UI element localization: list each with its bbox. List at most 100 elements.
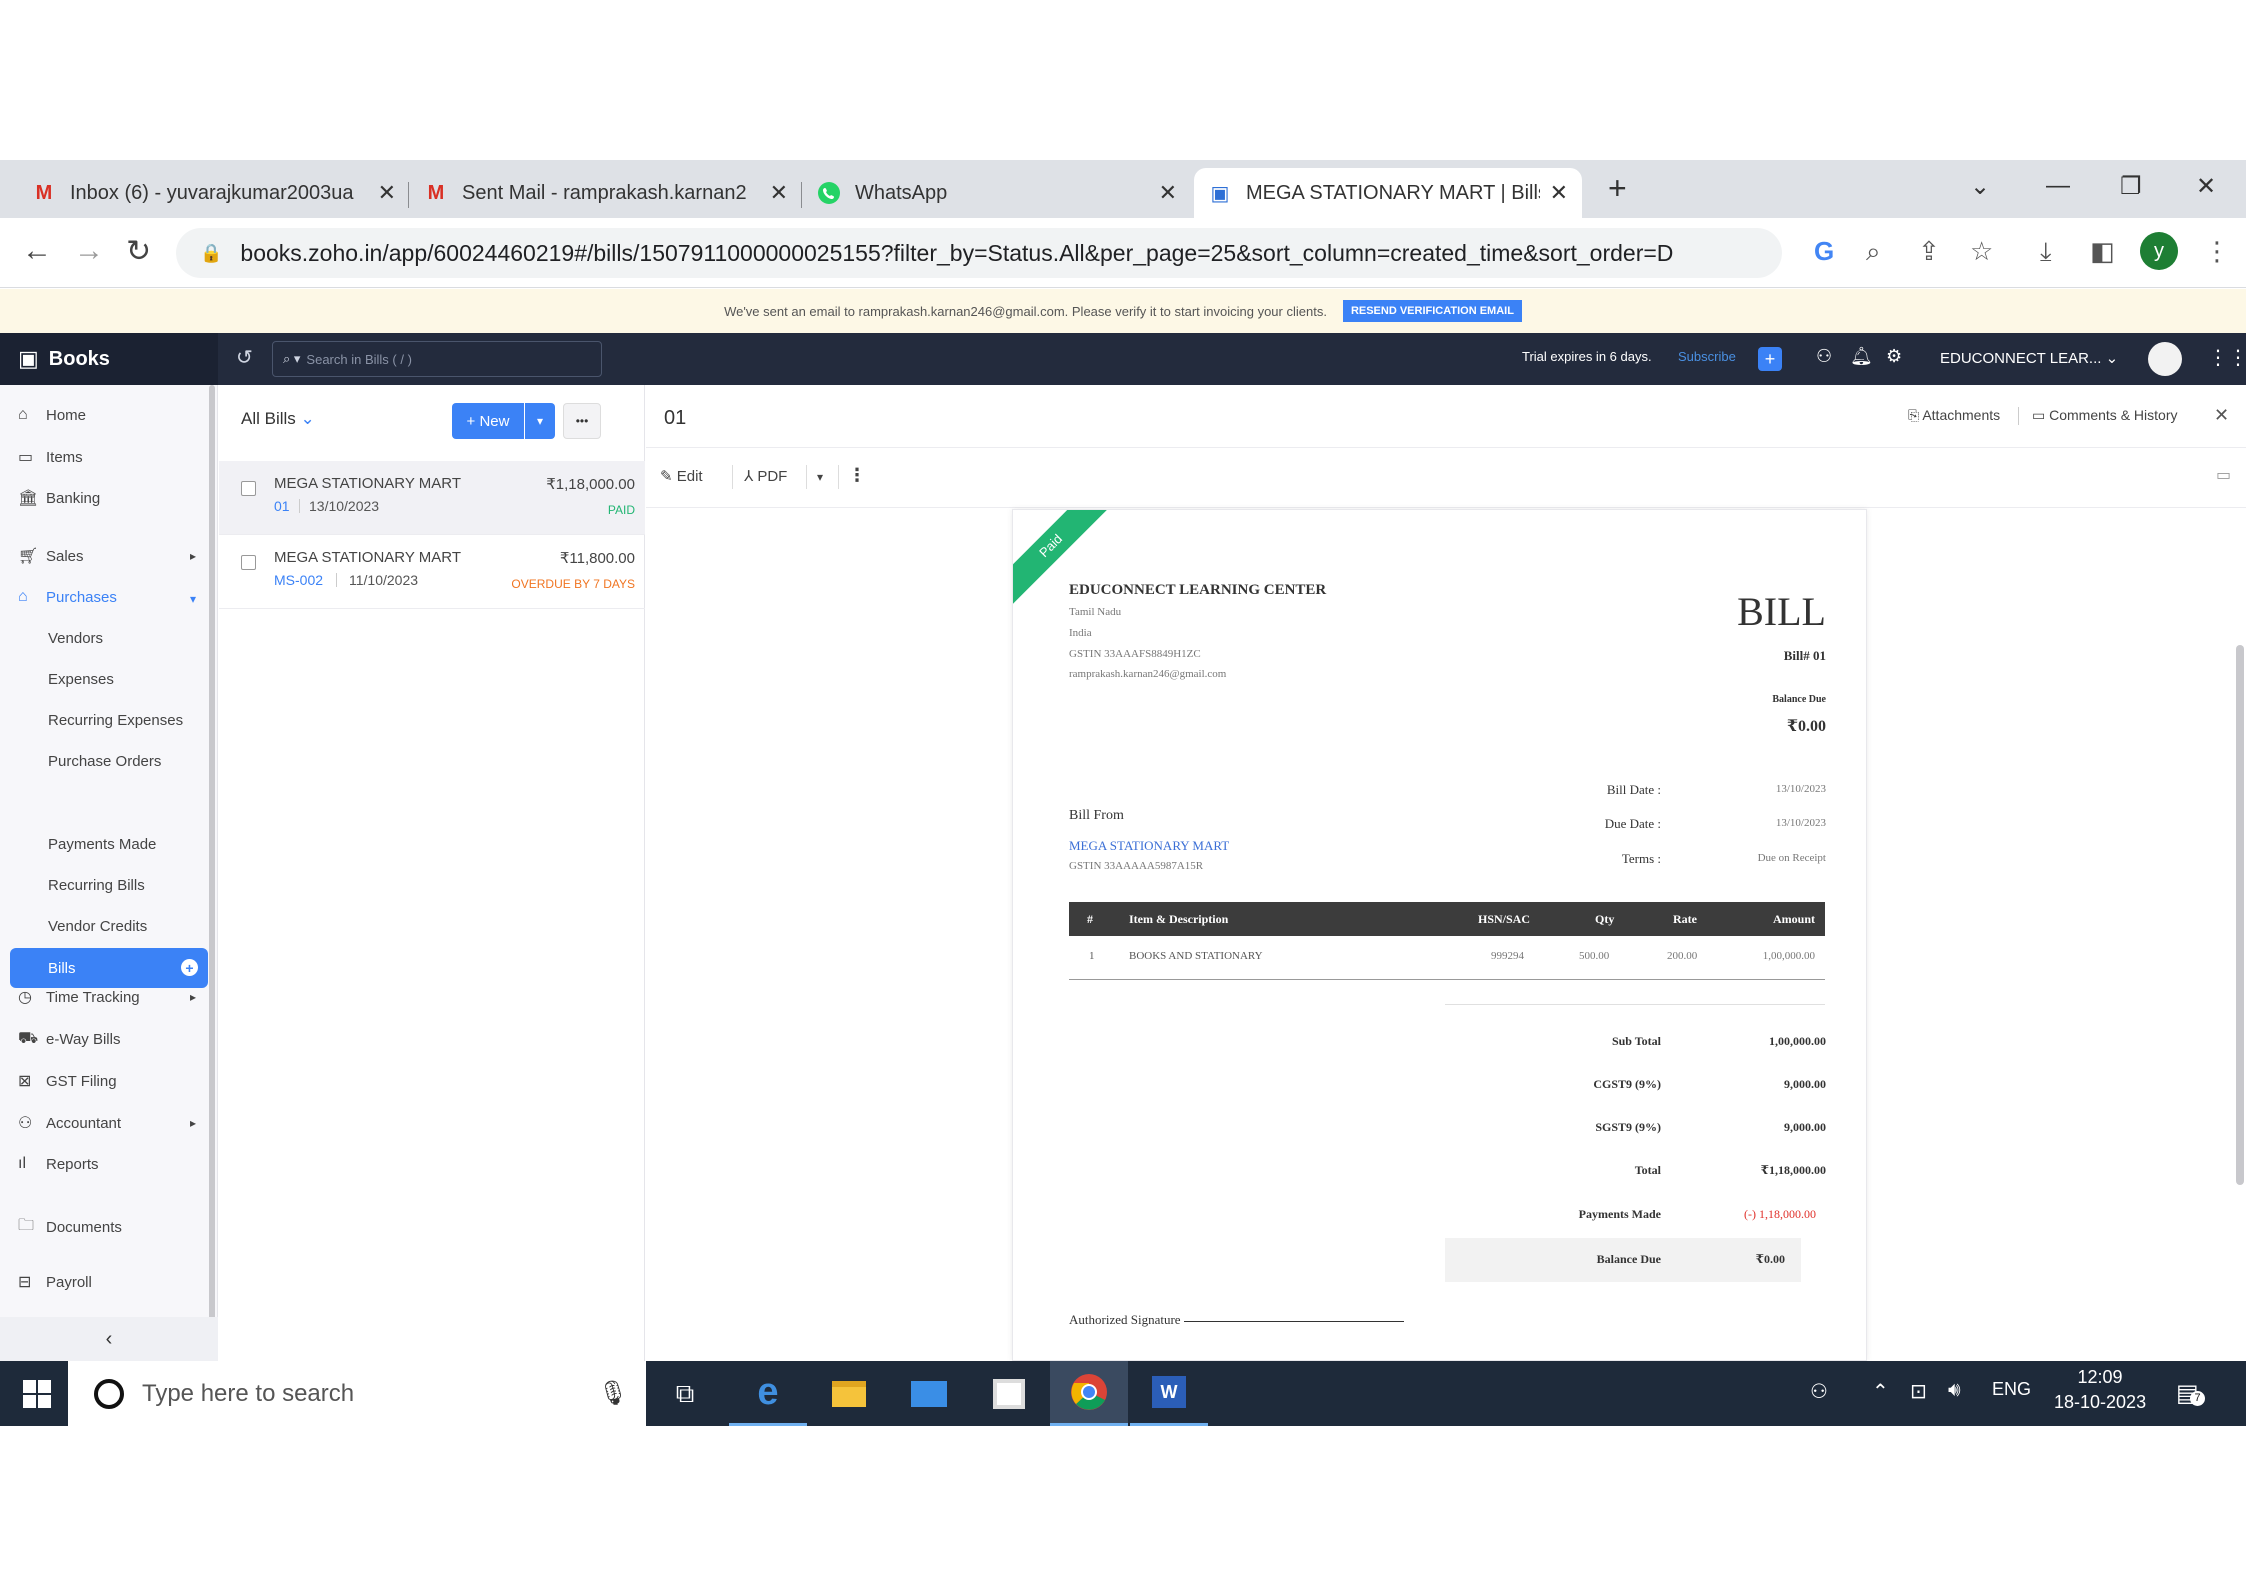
expand-icon[interactable]: ▸ xyxy=(190,549,196,563)
sidebar-item-recurring-expenses[interactable]: Recurring Expenses xyxy=(48,712,183,729)
download-icon[interactable]: ⤓ xyxy=(2040,236,2052,268)
sidebar-item-bills[interactable]: Bills + xyxy=(10,948,208,988)
new-dropdown-icon[interactable]: ▾ xyxy=(525,403,555,439)
more-actions-icon[interactable]: ⋮ xyxy=(848,465,866,486)
add-bill-icon[interactable]: + xyxy=(181,959,198,976)
app-launcher-icon[interactable]: ⋮⋮ xyxy=(2208,345,2246,370)
row-checkbox[interactable] xyxy=(241,481,256,496)
edit-button[interactable]: ✎ Edit xyxy=(660,467,703,485)
sidebar-item-purchase-orders[interactable]: Purchase Orders xyxy=(48,753,161,770)
recent-history-icon[interactable]: ↺ xyxy=(236,345,253,370)
subscribe-link[interactable]: Subscribe xyxy=(1678,349,1736,364)
volume-icon[interactable]: 🔊︎ xyxy=(1948,1379,1961,1402)
show-hidden-icons-chevron[interactable]: ⌃ xyxy=(1872,1379,1889,1404)
sidebar-item-banking[interactable]: 🏛︎ Banking xyxy=(18,488,100,508)
chrome-icon[interactable] xyxy=(1050,1361,1128,1426)
vendor-link[interactable]: MEGA STATIONARY MART xyxy=(1069,838,1229,854)
list-item[interactable]: MEGA STATIONARY MART ₹11,800.00 MS-002 1… xyxy=(219,535,645,609)
google-icon[interactable]: G xyxy=(1814,236,1834,267)
expand-icon[interactable]: ▸ xyxy=(190,1116,196,1130)
new-tab-button[interactable]: + xyxy=(1608,170,1627,207)
sidebar-item-time-tracking[interactable]: ◷ Time Tracking xyxy=(18,987,140,1007)
close-icon[interactable]: ✕ xyxy=(2214,405,2229,426)
close-icon[interactable]: ✕ xyxy=(378,180,396,206)
filter-dropdown[interactable]: All Bills ⌄ xyxy=(241,409,315,429)
sidebar-item-sales[interactable]: 🛒︎ Sales xyxy=(18,546,84,566)
sidebar-item-eway-bills[interactable]: ⛟ e-Way Bills xyxy=(18,1029,120,1049)
sidebar-collapse-button[interactable]: ‹ xyxy=(0,1317,218,1361)
bookmark-star-icon[interactable]: ☆ xyxy=(1970,236,1993,267)
tab-bills-active[interactable]: ▣ MEGA STATIONARY MART | Bills ✕ xyxy=(1194,168,1582,218)
restore-icon[interactable]: ❐ xyxy=(2120,172,2142,201)
reload-icon[interactable]: ↻ xyxy=(126,234,151,269)
sidebar-item-payroll[interactable]: ⊟ Payroll xyxy=(18,1272,92,1292)
sidebar-item-reports[interactable]: ıl Reports xyxy=(18,1155,99,1173)
expand-icon[interactable]: ▸ xyxy=(190,990,196,1004)
row-checkbox[interactable] xyxy=(241,555,256,570)
new-bill-button[interactable]: + New xyxy=(452,403,524,439)
notification-center-icon[interactable]: ▤ 7 xyxy=(2176,1379,2205,1408)
browser-menu-icon[interactable]: ⋮ xyxy=(2204,236,2230,267)
minimize-icon[interactable]: — xyxy=(2046,172,2070,200)
sidebar-item-expenses[interactable]: Expenses xyxy=(48,671,114,688)
close-icon[interactable]: ✕ xyxy=(770,180,788,206)
list-item[interactable]: MEGA STATIONARY MART ₹1,18,000.00 01 13/… xyxy=(219,461,645,535)
resend-verification-button[interactable]: RESEND VERIFICATION EMAIL xyxy=(1342,300,1522,322)
taskbar-search-input[interactable]: Type here to search 🎙︎ xyxy=(68,1361,646,1426)
pdf-dropdown-icon[interactable]: ▾ xyxy=(806,459,834,495)
file-explorer-icon[interactable] xyxy=(810,1361,888,1426)
microphone-icon[interactable]: 🎙︎ xyxy=(598,1379,628,1408)
sidebar-item-recurring-bills[interactable]: Recurring Bills xyxy=(48,877,145,894)
share-icon[interactable]: ⇪ xyxy=(1918,236,1940,267)
tab-inbox[interactable]: M Inbox (6) - yuvarajkumar2003ua ✕ xyxy=(18,168,410,218)
edge-icon[interactable]: e xyxy=(729,1361,807,1426)
forward-icon[interactable]: → xyxy=(74,234,104,268)
sidebar-item-purchases[interactable]: ⌂ Purchases xyxy=(18,588,117,606)
referral-icon[interactable]: ⚇ xyxy=(1816,346,1832,367)
bell-icon[interactable]: 🔔︎ xyxy=(1850,346,1873,367)
sidebar-item-gst-filing[interactable]: ⊠ GST Filing xyxy=(18,1071,117,1091)
task-view-icon[interactable]: ⧉ xyxy=(646,1361,724,1426)
quick-create-icon[interactable]: + xyxy=(1758,347,1782,371)
store-icon[interactable] xyxy=(970,1361,1048,1426)
zoom-icon[interactable]: ⌕ xyxy=(1866,236,1881,268)
comments-history-button[interactable]: ▭ Comments & History xyxy=(2032,407,2177,424)
close-window-icon[interactable]: ✕ xyxy=(2196,172,2216,201)
collapse-icon[interactable]: ▾ xyxy=(190,592,196,606)
attachments-button[interactable]: ⎘ Attachments xyxy=(1908,407,2000,424)
people-icon[interactable]: ⚇ xyxy=(1810,1379,1828,1404)
clock[interactable]: 12:09 18-10-2023 xyxy=(2054,1367,2146,1413)
user-avatar[interactable] xyxy=(2148,342,2182,376)
vendor-name: MEGA STATIONARY MART xyxy=(274,549,461,566)
close-icon[interactable]: ✕ xyxy=(1159,180,1177,206)
more-options-button[interactable]: ••• xyxy=(563,403,601,439)
side-panel-icon[interactable]: ◧ xyxy=(2090,236,2115,267)
url-input[interactable]: 🔒 books.zoho.in/app/60024460219#/bills/1… xyxy=(176,228,1782,278)
windows-start-icon[interactable] xyxy=(22,1379,52,1409)
sidebar-item-payments-made[interactable]: Payments Made xyxy=(48,836,156,853)
sidebar-item-vendors[interactable]: Vendors xyxy=(48,630,103,647)
tab-search-chevron-icon[interactable]: ⌄ xyxy=(1970,172,1990,201)
gear-icon[interactable]: ⚙ xyxy=(1886,346,1902,367)
profile-avatar[interactable]: y xyxy=(2140,232,2178,270)
search-input[interactable]: ⌕ ▾ Search in Bills ( / ) xyxy=(272,341,602,377)
chat-icon[interactable]: ▭ xyxy=(2216,465,2231,485)
detail-scrollbar[interactable] xyxy=(2236,645,2244,1185)
word-icon[interactable]: W xyxy=(1130,1361,1208,1426)
org-switcher[interactable]: EDUCONNECT LEAR... ⌄ xyxy=(1940,349,2118,367)
network-icon[interactable]: ⊡ xyxy=(1910,1379,1927,1404)
close-icon[interactable]: ✕ xyxy=(1550,180,1568,206)
mail-icon[interactable] xyxy=(890,1361,968,1426)
brand-logo[interactable]: ▣ Books xyxy=(0,333,218,385)
sidebar-item-items[interactable]: ▭ Items xyxy=(18,447,83,467)
sidebar-item-home[interactable]: ⌂ Home xyxy=(18,406,86,424)
language-indicator[interactable]: ENG xyxy=(1992,1379,2031,1400)
sidebar-scrollbar[interactable] xyxy=(209,385,215,1321)
pdf-button[interactable]: ⅄ PDF xyxy=(744,467,787,485)
sidebar-item-documents[interactable]: 🗀 Documents xyxy=(18,1214,122,1241)
tab-whatsapp[interactable]: WhatsApp ✕ xyxy=(803,168,1191,218)
sidebar-item-accountant[interactable]: ⚇ Accountant xyxy=(18,1113,121,1133)
tab-sent-mail[interactable]: M Sent Mail - ramprakash.karnan2 ✕ xyxy=(410,168,802,218)
back-icon[interactable]: ← xyxy=(22,234,52,268)
sidebar-item-vendor-credits[interactable]: Vendor Credits xyxy=(48,918,147,935)
